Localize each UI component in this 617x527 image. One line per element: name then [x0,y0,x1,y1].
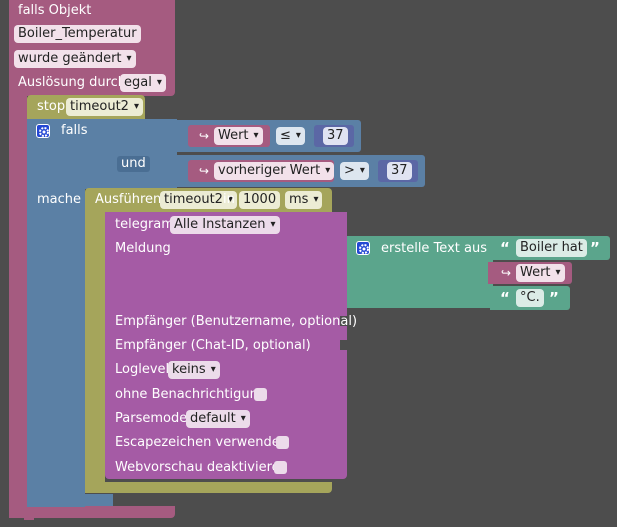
trigger-label: Auslösung durch [18,75,127,90]
cond2-var-dropdown[interactable]: vorheriger Wert [214,162,335,180]
event-block-tab [24,512,34,520]
text-item-2-dropdown[interactable]: Wert [516,264,565,282]
telegram-input-notch-2 [340,340,347,350]
escape-checkbox[interactable] [276,436,289,449]
cond2-number-field[interactable]: 37 [387,162,412,180]
item2-arrow-icon: ↪ [501,266,512,280]
timeout-in-label: in [223,192,235,207]
mutator-gear-icon[interactable] [36,124,50,138]
text-join-label: erstelle Text aus [381,241,487,256]
if-block-bottom [27,494,113,506]
text-join-gear-icon[interactable] [356,241,370,255]
if-block-spine [27,189,85,507]
open-quote-icon: “ [500,239,510,257]
recipient-user-label: Empfänger (Benutzername, optional) [115,314,358,329]
timeout-delay-field[interactable]: 1000 [239,191,281,209]
stop-label: stop [37,99,66,114]
escape-label: Escapezeichen verwenden [115,435,288,450]
cond2-arrow-icon: ↪ [199,164,210,178]
timeout-block-bottom [85,482,332,493]
parsemode-dropdown[interactable]: default [186,410,250,428]
message-label: Meldung [115,241,171,256]
object-id-field[interactable]: Boiler_Temperatur [14,25,141,43]
timeout-label: Ausführen [95,192,162,207]
silent-label: ohne Benachrichtigung [115,387,267,402]
text-item-1-field[interactable]: Boiler hat [516,239,587,257]
cond1-var-dropdown[interactable]: Wert [214,127,263,145]
do-label: mache [37,192,82,207]
cond1-arrow-icon: ↪ [199,129,210,143]
trigger-dropdown[interactable]: egal [120,74,166,92]
preview-label: Webvorschau deaktivieren [115,460,288,475]
event-block-spine [9,90,27,518]
preview-checkbox[interactable] [274,461,287,474]
stop-timer-dropdown[interactable]: timeout2 [66,98,143,116]
close-quote-icon: ” [590,239,600,257]
event-title: falls Objekt [18,3,92,18]
timeout-unit-dropdown[interactable]: ms [285,191,323,209]
cond1-operator-dropdown[interactable]: ≤ [276,127,305,145]
parsemode-label: Parsemode [115,411,188,426]
timeout-block-spine [85,212,105,493]
open-quote-icon: “ [500,289,510,307]
silent-checkbox[interactable] [254,388,267,401]
close-quote-icon: ” [549,289,559,307]
recipient-chat-label: Empfänger (Chat-ID, optional) [115,338,311,353]
text-item-3-field[interactable]: °C. [516,289,544,307]
if-label: falls [61,123,88,138]
telegram-label: telegram [115,217,174,232]
loglevel-label: Loglevel [115,362,170,377]
loglevel-dropdown[interactable]: keins [168,361,220,379]
cond2-operator-dropdown[interactable]: > [340,162,369,180]
change-mode-dropdown[interactable]: wurde geändert [14,50,136,68]
telegram-instance-dropdown[interactable]: Alle Instanzen [170,216,280,234]
cond1-number-field[interactable]: 37 [323,127,348,145]
and-label: und [117,156,150,172]
